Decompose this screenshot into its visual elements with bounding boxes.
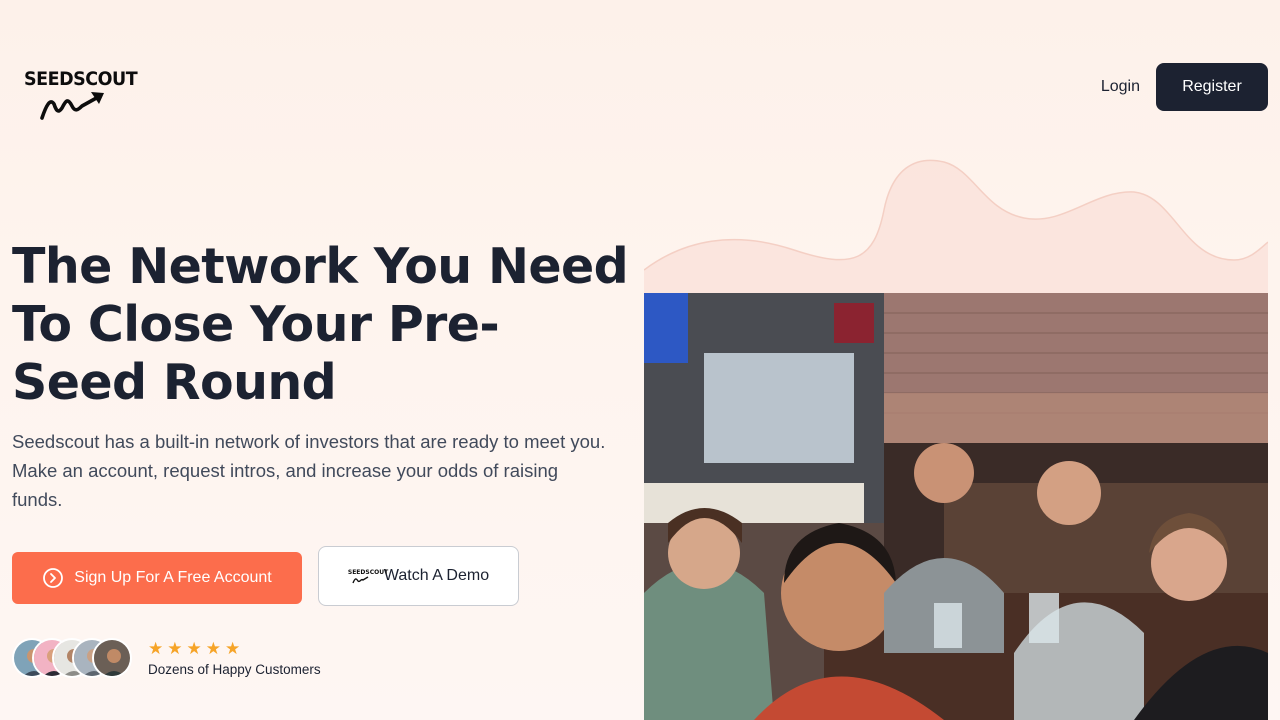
rating-block: ★ ★ ★ ★ ★ Dozens of Happy Customers	[148, 638, 321, 677]
hero-description: Seedscout has a built-in network of inve…	[12, 431, 606, 510]
chevron-circle-right-icon	[43, 568, 64, 588]
avatar	[92, 638, 132, 678]
customer-avatars	[12, 638, 132, 678]
team-photo	[644, 293, 1268, 720]
star-icon: ★	[186, 638, 202, 658]
seedscout-mini-logo-icon: SEEDSCOUT	[348, 569, 388, 584]
star-icon: ★	[225, 638, 241, 658]
watch-demo-button[interactable]: SEEDSCOUT Watch A Demo	[318, 546, 519, 606]
demo-logo-text: SEEDSCOUT	[347, 569, 389, 576]
star-rating: ★ ★ ★ ★ ★	[148, 638, 321, 658]
brand-logo-text: SEEDSCOUT	[24, 68, 138, 90]
trending-arrow-icon	[352, 576, 369, 584]
star-icon: ★	[205, 638, 221, 658]
decorative-wave	[644, 159, 1268, 296]
register-button[interactable]: Register	[1156, 63, 1268, 111]
star-icon: ★	[148, 638, 164, 658]
signup-button[interactable]: Sign Up For A Free Account	[12, 552, 302, 604]
star-icon: ★	[167, 638, 183, 658]
trending-arrow-icon	[40, 92, 104, 120]
cta-row: Sign Up For A Free Account SEEDSCOUT Wat…	[12, 546, 519, 606]
login-link[interactable]: Login	[1101, 78, 1140, 96]
hero-title: The Network You Need To Close Your Pre-S…	[12, 238, 629, 411]
watch-demo-label: Watch A Demo	[383, 567, 490, 584]
top-nav: Login Register	[1101, 63, 1268, 111]
happy-customers-caption: Dozens of Happy Customers	[148, 661, 321, 677]
signup-button-label: Sign Up For A Free Account	[74, 569, 272, 586]
social-proof: ★ ★ ★ ★ ★ Dozens of Happy Customers	[12, 638, 321, 678]
brand-logo[interactable]: SEEDSCOUT	[24, 68, 138, 124]
